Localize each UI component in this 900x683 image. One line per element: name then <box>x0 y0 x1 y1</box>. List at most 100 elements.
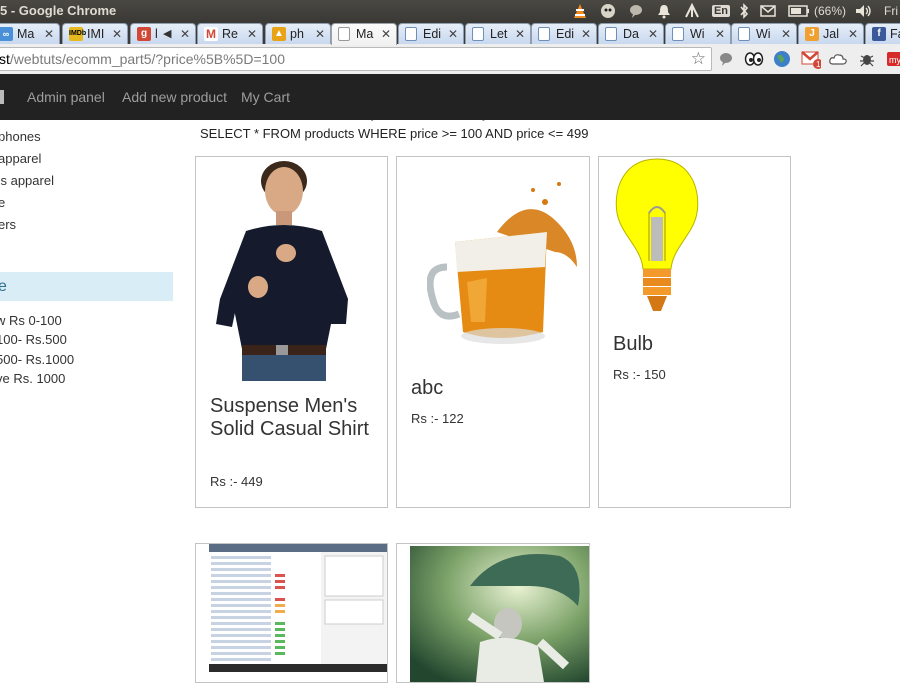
price-range-option[interactable]: 500- Rs.1000 <box>0 352 74 367</box>
tab[interactable]: Wi ✕ <box>665 23 731 44</box>
clock[interactable]: Fri <box>884 2 900 20</box>
sql-query-text: SELECT * FROM products WHERE price >= 10… <box>200 126 589 141</box>
bug-icon[interactable] <box>857 49 877 69</box>
product-card[interactable]: Bulb Rs :- 150 <box>598 156 791 508</box>
bluetooth-icon[interactable] <box>737 2 751 20</box>
tab[interactable]: IMDb IMI ✕ <box>62 23 128 44</box>
tab-close-icon[interactable]: ✕ <box>781 27 791 41</box>
tab-close-icon[interactable]: ✕ <box>515 27 525 41</box>
tab-close-icon[interactable]: ✕ <box>180 27 190 41</box>
product-image-beer-mug[interactable] <box>427 172 587 362</box>
tab[interactable]: ∞ Ma ✕ <box>0 23 60 44</box>
cloud-icon[interactable] <box>828 49 848 69</box>
tab-close-icon[interactable]: ✕ <box>112 27 122 41</box>
ring-icon: ∞ <box>0 27 13 41</box>
volume-icon[interactable] <box>855 2 873 20</box>
sidebar-category-item[interactable]: 's apparel <box>0 173 54 188</box>
product-image-photo[interactable] <box>410 546 590 682</box>
svg-text:1: 1 <box>816 60 821 69</box>
nav-add-new-product[interactable]: Add new product <box>122 89 227 105</box>
product-card[interactable] <box>396 543 590 683</box>
product-image-screenshot[interactable] <box>209 544 387 672</box>
page-icon <box>338 27 350 41</box>
tab[interactable]: g l ◀︎ ✕ <box>130 23 196 44</box>
address-bar[interactable]: st/webtuts/ecomm_part5/?price%5B%5D=100 … <box>0 47 712 71</box>
tab[interactable]: Let ✕ <box>465 23 531 44</box>
mail-icon[interactable] <box>759 2 777 20</box>
tab[interactable]: Da ✕ <box>598 23 664 44</box>
price-range-option[interactable]: 100- Rs.500 <box>0 332 67 347</box>
tab-close-icon[interactable]: ✕ <box>247 27 257 41</box>
my-extension-icon[interactable]: my <box>884 49 900 69</box>
clipped-debug-text: FILTER: ... SELECT * FROM products WHERE… <box>198 113 557 121</box>
vlc-icon[interactable] <box>571 2 589 20</box>
sidebar-category-item[interactable]: ers <box>0 217 16 232</box>
extension-icon[interactable] <box>716 49 736 69</box>
tab[interactable]: M Re ✕ <box>197 23 263 44</box>
tab[interactable]: f Fa <box>865 23 900 44</box>
product-card[interactable]: abc Rs :- 122 <box>396 156 590 508</box>
product-name[interactable]: abc <box>411 377 443 400</box>
product-price: Rs :- 150 <box>613 367 666 382</box>
page-icon <box>672 27 684 41</box>
product-card[interactable]: Suspense Men's Solid Casual Shirt Rs :- … <box>195 156 388 508</box>
page-icon <box>538 27 550 41</box>
product-name[interactable]: Bulb <box>613 333 653 356</box>
tab-close-icon[interactable]: ✕ <box>44 27 54 41</box>
g-icon: g <box>137 27 151 41</box>
bookmark-star-icon[interactable]: ☆ <box>691 49 706 69</box>
tab[interactable]: Wi ✕ <box>731 23 797 44</box>
tab[interactable]: Edi ✕ <box>531 23 597 44</box>
keyboard-layout-indicator[interactable]: En <box>711 2 731 20</box>
pidgin-icon[interactable] <box>599 2 617 20</box>
tab-close-icon[interactable]: ✕ <box>448 27 458 41</box>
brand-fragment[interactable] <box>0 90 4 104</box>
price-filter-heading: e <box>0 272 173 301</box>
imdb-icon: IMDb <box>69 27 86 41</box>
sidebar-category-item[interactable]: e <box>0 195 5 210</box>
price-range-option[interactable]: ve Rs. 1000 <box>0 371 65 386</box>
product-image-bulb[interactable] <box>611 157 703 319</box>
page-icon <box>605 27 617 41</box>
tab[interactable]: Edi ✕ <box>398 23 464 44</box>
url-path: /webtuts/ecomm_part5/?price%5B%5D=100 <box>9 51 285 67</box>
nav-my-cart[interactable]: My Cart <box>241 89 290 105</box>
page-icon <box>472 27 484 41</box>
facebook-icon: f <box>872 27 886 41</box>
gmail-notifier-icon[interactable]: 1 <box>801 49 821 69</box>
page-icon <box>405 27 417 41</box>
tab-strip: ∞ Ma ✕ IMDb IMI ✕ g l ◀︎ ✕ M Re ✕ ▲ ph ✕… <box>0 22 900 45</box>
tab[interactable]: J Jal ✕ <box>798 23 864 44</box>
tab-active[interactable]: Ma ✕ <box>331 23 397 45</box>
price-range-option[interactable]: w Rs 0-100 <box>0 313 62 328</box>
tab-close-icon[interactable]: ✕ <box>648 27 658 41</box>
svg-text:my: my <box>889 55 900 65</box>
sidebar-category-item[interactable]: phones <box>0 129 41 144</box>
php-icon: ▲ <box>272 27 286 41</box>
battery-percent: (66%) <box>813 4 846 18</box>
nav-admin-panel[interactable]: Admin panel <box>27 89 105 105</box>
window-title: 5 - Google Chrome <box>0 3 117 18</box>
speaker-icon: ◀︎ <box>163 28 172 40</box>
page-icon <box>738 27 750 41</box>
tab-close-icon[interactable]: ✕ <box>848 27 858 41</box>
url-host: st <box>0 51 10 67</box>
tab-close-icon[interactable]: ✕ <box>581 27 591 41</box>
battery-icon[interactable] <box>787 2 811 20</box>
sidebar-category-item[interactable]: apparel <box>0 151 41 166</box>
tab-close-icon[interactable]: ✕ <box>381 27 391 41</box>
notification-bell-icon[interactable] <box>655 2 673 20</box>
eyes-extension-icon[interactable] <box>744 49 764 69</box>
product-image-shirt[interactable] <box>206 159 356 381</box>
network-icon[interactable] <box>683 2 701 20</box>
messaging-icon[interactable] <box>627 2 645 20</box>
tab-close-icon[interactable]: ✕ <box>315 27 325 41</box>
product-card[interactable] <box>195 543 388 683</box>
tab-close-icon[interactable]: ✕ <box>715 27 725 41</box>
browser-toolbar: st/webtuts/ecomm_part5/?price%5B%5D=100 … <box>0 44 900 75</box>
product-price: Rs :- 122 <box>411 411 464 426</box>
j-icon: J <box>805 27 819 41</box>
globe-icon[interactable] <box>772 49 792 69</box>
product-name[interactable]: Suspense Men's Solid Casual Shirt <box>210 395 380 441</box>
tab[interactable]: ▲ ph ✕ <box>265 23 331 44</box>
